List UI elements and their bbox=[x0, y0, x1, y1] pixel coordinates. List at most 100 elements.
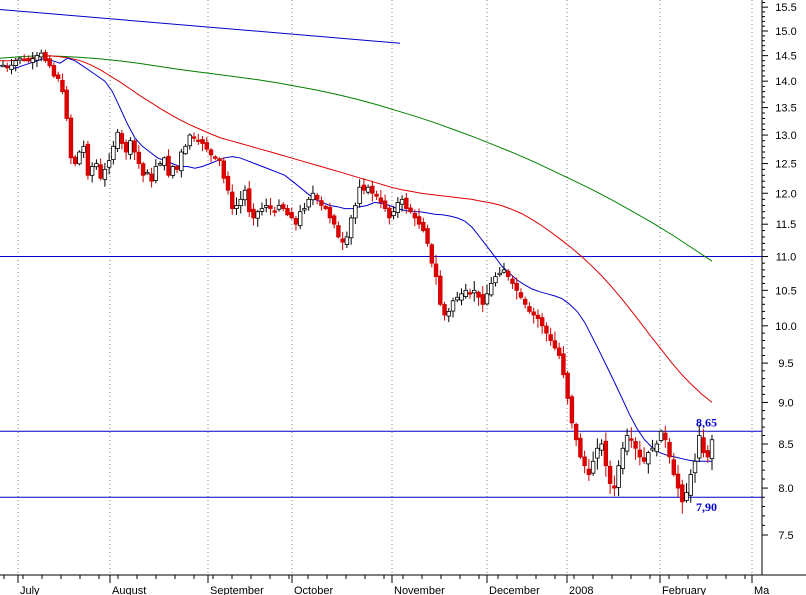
candle-body bbox=[680, 484, 685, 503]
candle-body bbox=[255, 211, 260, 219]
candle bbox=[378, 190, 384, 209]
candle-body bbox=[208, 149, 214, 156]
candle-body bbox=[365, 186, 371, 193]
candle bbox=[612, 475, 617, 497]
candle bbox=[242, 185, 248, 207]
candle-body bbox=[132, 140, 137, 153]
candle-body bbox=[484, 293, 490, 305]
candle bbox=[268, 198, 273, 216]
candle bbox=[136, 145, 142, 169]
candle-body bbox=[272, 210, 277, 213]
candle-body bbox=[624, 435, 630, 452]
candle-body bbox=[476, 291, 481, 298]
candle-body bbox=[667, 441, 672, 458]
candle-body bbox=[506, 270, 511, 278]
candle bbox=[102, 162, 108, 187]
candle-body bbox=[26, 59, 31, 62]
candle bbox=[238, 191, 243, 214]
candle bbox=[297, 204, 303, 230]
candle bbox=[85, 140, 91, 180]
candle bbox=[421, 217, 426, 233]
candle bbox=[213, 155, 218, 161]
candle-body bbox=[586, 468, 592, 475]
candle bbox=[578, 433, 583, 459]
candle bbox=[234, 197, 239, 215]
trend-line bbox=[0, 9, 401, 44]
candle bbox=[433, 254, 439, 285]
candle-body bbox=[77, 151, 82, 165]
candle bbox=[680, 479, 685, 514]
candle-body bbox=[106, 160, 112, 168]
candle bbox=[81, 140, 86, 159]
candle-body bbox=[242, 189, 248, 201]
candle-body bbox=[646, 452, 651, 465]
candle bbox=[0, 60, 6, 68]
candle bbox=[357, 179, 362, 208]
candle-body bbox=[522, 298, 528, 305]
candle bbox=[552, 331, 558, 351]
candle bbox=[697, 424, 702, 463]
candle bbox=[561, 346, 566, 379]
candle-body bbox=[629, 438, 634, 441]
candle-body bbox=[276, 205, 282, 210]
candle bbox=[47, 55, 52, 69]
month-label: September bbox=[210, 585, 264, 595]
candle-body bbox=[196, 139, 201, 142]
candle bbox=[230, 184, 235, 215]
candle bbox=[624, 428, 630, 456]
month-label: 2008 bbox=[569, 585, 593, 595]
moving-average-short-line bbox=[0, 57, 712, 462]
candle bbox=[353, 202, 358, 224]
candle-body bbox=[697, 435, 702, 459]
month-label: October bbox=[294, 585, 333, 595]
y-tick-label: 8.0 bbox=[778, 483, 793, 495]
candle bbox=[115, 128, 120, 153]
candle bbox=[684, 483, 689, 503]
y-tick-label: 9.0 bbox=[778, 397, 793, 409]
candle-body bbox=[518, 292, 524, 298]
candle-body bbox=[89, 166, 95, 176]
candle-body bbox=[527, 306, 532, 312]
candle-body bbox=[170, 166, 176, 176]
candle-body bbox=[13, 60, 18, 67]
candle-body bbox=[688, 474, 693, 496]
candle bbox=[633, 437, 638, 460]
candle-body bbox=[429, 244, 434, 264]
candle bbox=[348, 214, 354, 245]
y-tick-label: 10.5 bbox=[775, 285, 796, 297]
month-label: November bbox=[394, 585, 445, 595]
candle bbox=[302, 202, 307, 214]
candle-body bbox=[493, 276, 498, 284]
candle-body bbox=[98, 164, 103, 179]
candle bbox=[145, 169, 150, 175]
candle-body bbox=[251, 208, 256, 219]
candle bbox=[179, 148, 184, 178]
candle bbox=[149, 167, 154, 188]
candle bbox=[692, 453, 698, 483]
candle-body bbox=[281, 204, 286, 209]
candle-body bbox=[353, 205, 358, 219]
candle-body bbox=[450, 300, 456, 312]
candle bbox=[187, 133, 193, 150]
candle-body bbox=[514, 282, 519, 291]
candle-body bbox=[421, 221, 426, 231]
candle bbox=[55, 71, 61, 82]
candle bbox=[429, 243, 434, 268]
y-tick-label: 15.0 bbox=[775, 26, 796, 38]
candle bbox=[667, 438, 672, 464]
candle bbox=[616, 460, 621, 497]
candle-body bbox=[663, 432, 668, 441]
candle-body bbox=[72, 156, 78, 164]
candle-body bbox=[612, 485, 617, 489]
candle bbox=[531, 307, 536, 324]
candle-body bbox=[264, 205, 269, 208]
candle-body bbox=[412, 213, 418, 219]
candle bbox=[450, 297, 456, 318]
candle-body bbox=[658, 430, 664, 441]
candle-body bbox=[285, 208, 290, 216]
candle-body bbox=[225, 175, 231, 191]
candle bbox=[484, 284, 490, 306]
candle-body bbox=[531, 311, 536, 316]
candle bbox=[344, 231, 350, 249]
candle-body bbox=[535, 314, 541, 319]
